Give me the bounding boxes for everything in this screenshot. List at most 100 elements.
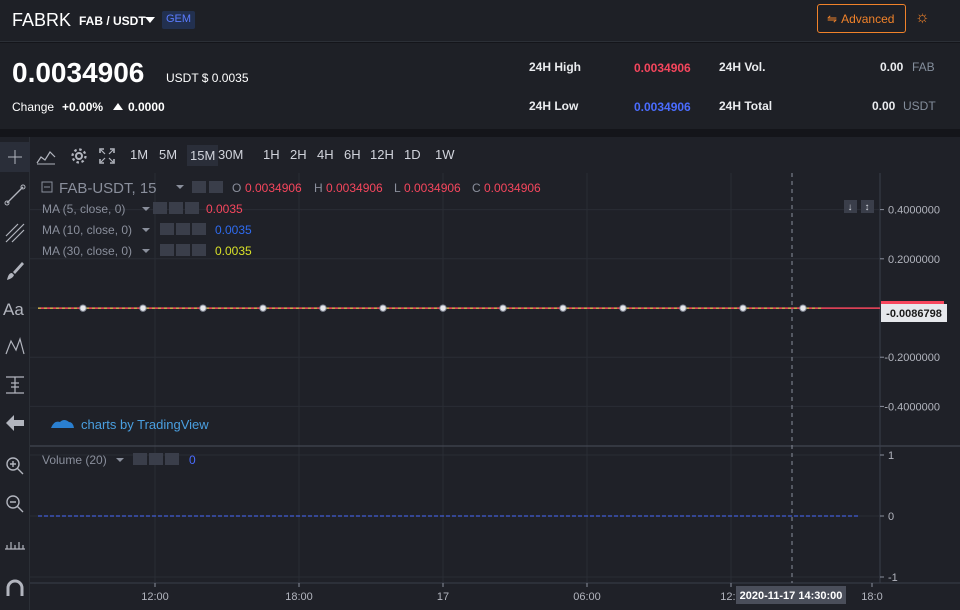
- theme-toggle-icon[interactable]: ☼: [915, 9, 930, 27]
- cloud-icon: [51, 420, 74, 428]
- close-icon[interactable]: [192, 244, 206, 256]
- gear-icon[interactable]: [169, 202, 183, 214]
- crosshair-tool[interactable]: [0, 142, 30, 172]
- ma30-label[interactable]: MA (30, close, 0): [42, 244, 132, 258]
- ma30-value: 0.0035: [215, 244, 252, 258]
- eye-icon[interactable]: [153, 202, 167, 214]
- volume-label[interactable]: Volume (20): [42, 453, 107, 467]
- arrow-updown-icon: ↕: [865, 202, 870, 213]
- watermark-text: charts by TradingView: [81, 417, 209, 432]
- time-tick-label: 18:00: [285, 591, 313, 603]
- timeframe-30m[interactable]: 30M: [218, 147, 243, 162]
- time-tick-label: 06:00: [573, 591, 601, 603]
- volume-24h-label: 24H Vol.: [719, 60, 766, 74]
- measure-ruler-tool[interactable]: [0, 527, 30, 557]
- volume-axis[interactable]: 1 0 -1: [880, 450, 898, 584]
- volume-24h-value: 0.00: [880, 60, 904, 74]
- ma10-label[interactable]: MA (10, close, 0): [42, 223, 132, 237]
- advanced-button-label: Advanced: [841, 12, 895, 26]
- close-icon[interactable]: [185, 202, 199, 214]
- trendline-tool[interactable]: [0, 180, 30, 210]
- measure-tool[interactable]: [0, 370, 30, 400]
- data-point: [499, 304, 507, 312]
- indicators-icon[interactable]: [36, 147, 56, 165]
- data-point: [259, 304, 267, 312]
- timeframe-2h[interactable]: 2H: [290, 147, 307, 162]
- total-24h-unit: USDT: [903, 99, 936, 113]
- eye-icon[interactable]: [160, 223, 174, 235]
- time-tick-label: 17: [437, 591, 449, 603]
- time-tick-label: 18:0: [861, 591, 882, 603]
- chevron-down-icon[interactable]: [145, 17, 155, 23]
- eye-icon[interactable]: [133, 453, 147, 465]
- chevron-down-icon[interactable]: [142, 249, 150, 253]
- timeframe-5m[interactable]: 5M: [159, 147, 177, 162]
- gem-badge: GEM: [162, 11, 196, 29]
- price-chart[interactable]: 0.4000000 0.2000000 -0.2000000 -0.4000000 1…: [30, 173, 960, 610]
- timeframe-6h[interactable]: 6H: [344, 147, 361, 162]
- tradingview-watermark[interactable]: charts by TradingView: [51, 417, 209, 432]
- text-tool[interactable]: Aa: [0, 294, 30, 324]
- timeframe-1m[interactable]: 1M: [130, 147, 148, 162]
- pitchfork-icon: [5, 223, 25, 243]
- brand-logo[interactable]: FABRK: [12, 10, 71, 31]
- zoom-out-tool[interactable]: [0, 489, 30, 519]
- close-icon[interactable]: [165, 453, 179, 465]
- zoom-in-tool[interactable]: [0, 451, 30, 481]
- close-icon[interactable]: [192, 223, 206, 235]
- chevron-down-icon[interactable]: [142, 228, 150, 232]
- series-lines: [38, 304, 880, 517]
- fib-tool[interactable]: [0, 218, 30, 248]
- low-value: 0.0034906: [634, 100, 691, 114]
- gear-icon[interactable]: [70, 147, 88, 165]
- back-tool[interactable]: [0, 408, 30, 438]
- timeframe-4h[interactable]: 4H: [317, 147, 334, 162]
- total-24h-label: 24H Total: [719, 99, 773, 113]
- current-price-label: -0.0086798: [886, 308, 942, 320]
- timeframe-12h[interactable]: 12H: [370, 147, 394, 162]
- legend-symbol[interactable]: FAB-USDT, 15: [59, 180, 157, 197]
- gear-icon[interactable]: [149, 453, 163, 465]
- time-tick-label: 12:00: [141, 591, 169, 603]
- eye-icon[interactable]: [160, 244, 174, 256]
- fullscreen-icon[interactable]: [98, 147, 116, 165]
- data-point: [799, 304, 807, 312]
- volume-tick-label: 0: [888, 511, 894, 523]
- change-absolute: 0.0000: [128, 100, 165, 114]
- brush-tool[interactable]: [0, 256, 30, 286]
- volume-tick-label: 1: [888, 450, 894, 462]
- gear-icon[interactable]: [176, 244, 190, 256]
- brush-icon: [7, 262, 24, 280]
- gear-icon[interactable]: [209, 181, 223, 193]
- timeframe-15m[interactable]: 15M: [187, 145, 219, 166]
- chevron-down-icon[interactable]: [142, 207, 150, 211]
- timeframe-toolbar: 1M 5M 15M 30M 1H 2H 4H 6H 12H 1D 1W: [30, 137, 960, 173]
- chevron-down-icon[interactable]: [176, 185, 184, 189]
- data-point: [619, 304, 627, 312]
- swap-icon: ⇋: [827, 12, 838, 26]
- trendline-icon: [4, 184, 26, 206]
- pattern-icon: [5, 337, 25, 355]
- data-point: [79, 304, 87, 312]
- arrow-down-icon: ↓: [848, 202, 853, 213]
- gear-icon[interactable]: [176, 223, 190, 235]
- settings-icon[interactable]: [192, 181, 206, 193]
- magnet-tool[interactable]: [0, 573, 30, 603]
- close-value-legend: 0.0034906: [484, 181, 541, 195]
- text-icon: Aa: [3, 300, 24, 319]
- advanced-button[interactable]: ⇋ Advanced: [817, 4, 906, 33]
- high-label-legend: H: [314, 181, 323, 195]
- chevron-down-icon[interactable]: [116, 458, 124, 462]
- triangle-up-icon: [113, 103, 123, 110]
- ma10-value: 0.0035: [215, 223, 252, 237]
- timeframe-1w[interactable]: 1W: [435, 147, 455, 162]
- volume-value: 0: [189, 453, 196, 467]
- ma5-label[interactable]: MA (5, close, 0): [42, 202, 125, 216]
- timeframe-1d[interactable]: 1D: [404, 147, 421, 162]
- chart-grid: [30, 173, 880, 583]
- low-label: 24H Low: [529, 99, 579, 113]
- timeframe-1h[interactable]: 1H: [263, 147, 280, 162]
- pair-selector[interactable]: FAB / USDT: [79, 14, 146, 28]
- arrow-left-icon: [6, 415, 24, 431]
- pattern-tool[interactable]: [0, 332, 30, 362]
